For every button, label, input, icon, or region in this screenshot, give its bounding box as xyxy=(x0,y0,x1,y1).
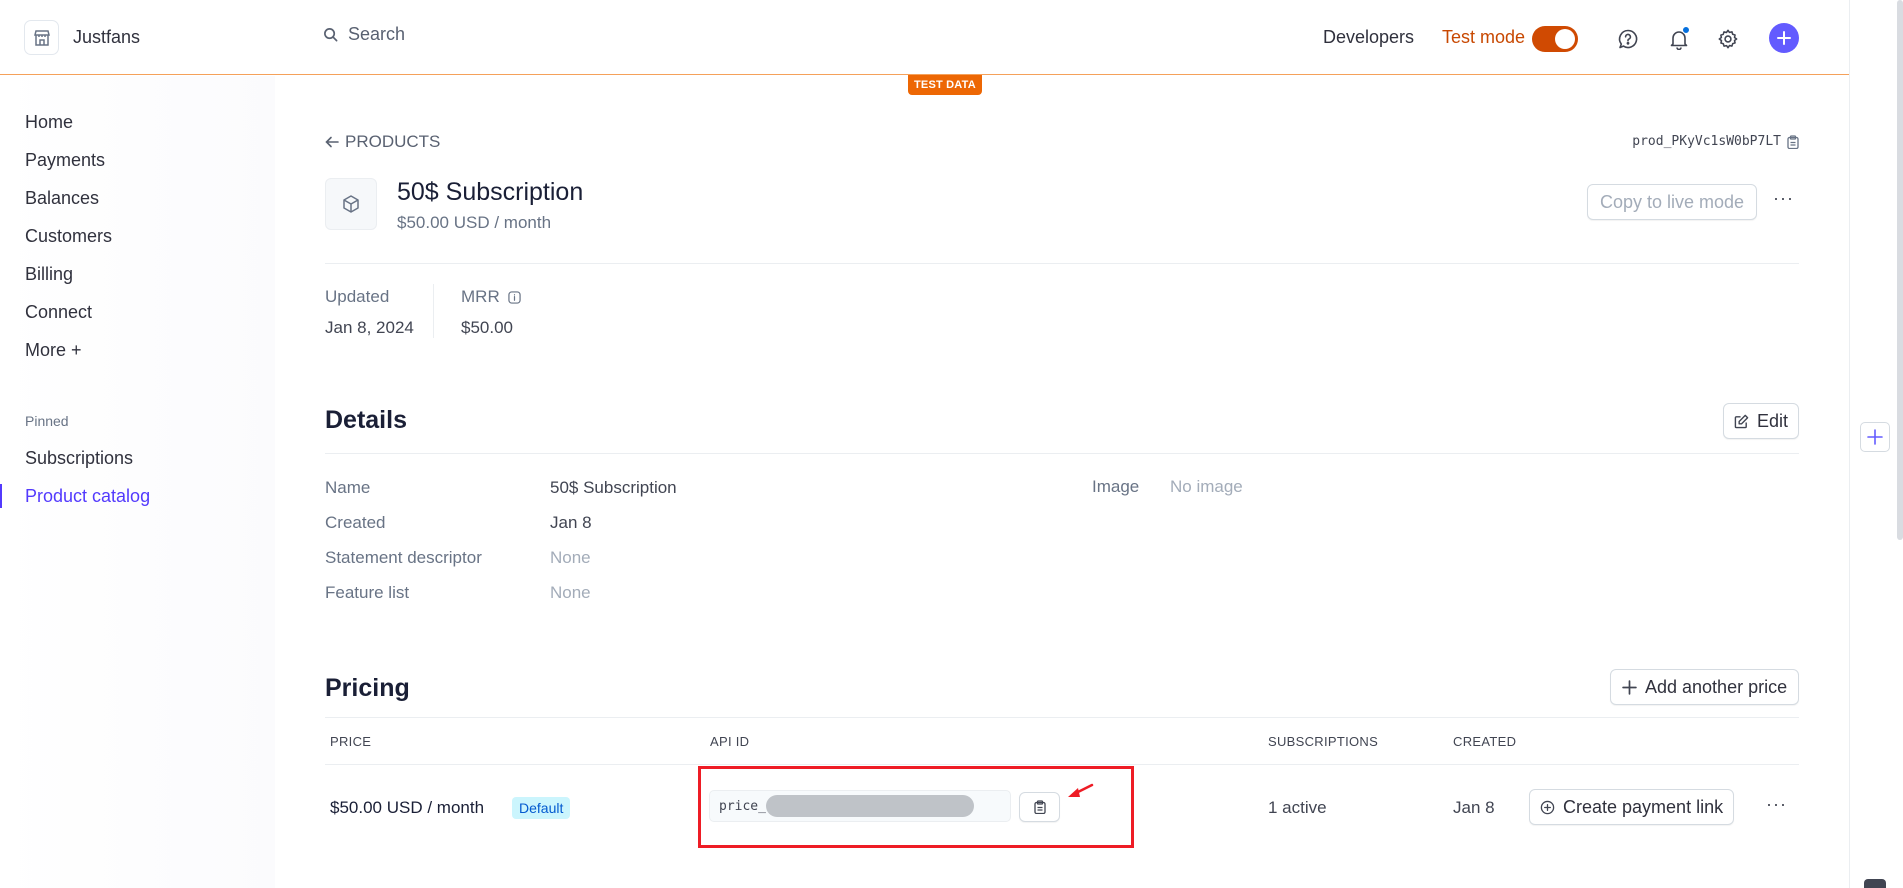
test-mode-toggle[interactable] xyxy=(1532,26,1578,52)
default-badge: Default xyxy=(512,797,571,819)
price-value: $50.00 USD / month xyxy=(330,798,485,817)
mrr-value: $50.00 xyxy=(461,318,513,337)
notification-dot xyxy=(1682,26,1690,34)
column-header-price: PRICE xyxy=(330,734,372,749)
account-switcher[interactable]: Justfans xyxy=(24,20,140,55)
search-placeholder: Search xyxy=(348,24,406,44)
detail-label-image: Image xyxy=(1092,477,1140,496)
sidebar-item-connect[interactable]: Connect xyxy=(25,302,92,323)
highlight-annotation xyxy=(698,766,1134,848)
sidebar: Home Payments Balances Customers Billing… xyxy=(0,76,275,888)
detail-label-created: Created xyxy=(325,513,386,532)
detail-value-statement-descriptor: None xyxy=(550,548,591,567)
created-value: Jan 8 xyxy=(1453,798,1495,817)
pricing-heading: Pricing xyxy=(325,674,410,702)
bell-icon[interactable] xyxy=(1665,25,1693,53)
info-icon[interactable] xyxy=(508,290,521,304)
back-label: PRODUCTS xyxy=(345,132,441,151)
column-header-created: CREATED xyxy=(1453,734,1517,749)
arrow-left-icon xyxy=(325,136,339,148)
sidebar-item-subscriptions[interactable]: Subscriptions xyxy=(25,448,133,469)
account-name: Justfans xyxy=(73,27,141,47)
copy-to-live-mode-button[interactable]: Copy to live mode xyxy=(1587,184,1758,220)
details-divider xyxy=(325,453,1799,454)
detail-value-created: Jan 8 xyxy=(550,513,592,532)
edit-icon xyxy=(1734,414,1749,428)
create-payment-link-label: Create payment link xyxy=(1563,796,1724,817)
sidebar-item-payments[interactable]: Payments xyxy=(25,150,105,171)
product-id-text: prod_PKyVc1sW0bP7LT xyxy=(1632,134,1781,149)
plus-circle-icon xyxy=(1540,800,1555,814)
product-price-summary: $50.00 USD / month xyxy=(397,213,552,232)
updated-value: Jan 8, 2024 xyxy=(325,318,414,337)
pricing-divider xyxy=(325,717,1799,718)
detail-value-feature-list: None xyxy=(550,583,591,602)
active-indicator xyxy=(0,484,2,508)
details-heading: Details xyxy=(325,406,407,434)
test-data-badge: TEST DATA xyxy=(908,75,982,95)
store-icon xyxy=(24,20,59,55)
column-header-api-id: API ID xyxy=(710,734,750,749)
detail-label-name: Name xyxy=(325,478,371,497)
gear-icon[interactable] xyxy=(1714,25,1742,53)
plus-icon xyxy=(1867,429,1883,445)
product-id[interactable]: prod_PKyVc1sW0bP7LT xyxy=(1632,134,1799,149)
page-title: 50$ Subscription xyxy=(397,178,584,206)
clipboard-icon xyxy=(1787,134,1799,149)
mrr-label: MRR xyxy=(461,287,521,307)
mrr-label-text: MRR xyxy=(461,287,500,306)
pinned-heading: Pinned xyxy=(25,413,69,429)
search-icon xyxy=(324,28,338,42)
product-more-icon[interactable]: ··· xyxy=(1773,188,1794,209)
sidebar-item-customers[interactable]: Customers xyxy=(25,226,112,247)
chat-icon[interactable] xyxy=(1864,879,1886,888)
row-more-icon[interactable]: ··· xyxy=(1766,794,1787,815)
detail-value-image: No image xyxy=(1170,477,1243,496)
scrollbar[interactable] xyxy=(1897,0,1903,540)
plus-icon xyxy=(1622,679,1637,695)
developers-link[interactable]: Developers xyxy=(1323,27,1414,48)
help-icon[interactable] xyxy=(1614,25,1642,53)
column-header-subscriptions: SUBSCRIPTIONS xyxy=(1268,734,1379,749)
edit-button[interactable]: Edit xyxy=(1723,403,1800,439)
sidebar-item-more[interactable]: More + xyxy=(25,340,82,361)
sidebar-item-product-catalog[interactable]: Product catalog xyxy=(25,486,150,507)
plus-icon xyxy=(1777,31,1791,45)
create-payment-link-button[interactable]: Create payment link xyxy=(1529,789,1735,825)
back-to-products-link[interactable]: PRODUCTS xyxy=(325,132,440,152)
add-another-price-button[interactable]: Add another price xyxy=(1610,669,1800,705)
subscriptions-value: 1 active xyxy=(1268,798,1327,817)
detail-label-feature-list: Feature list xyxy=(325,583,410,602)
sidebar-item-balances[interactable]: Balances xyxy=(25,188,99,209)
top-bar: Justfans Search Developers Test mode xyxy=(0,0,1849,75)
add-price-label: Add another price xyxy=(1645,676,1788,697)
add-panel-button[interactable] xyxy=(1860,422,1890,452)
toggle-knob xyxy=(1555,29,1575,49)
search-bar[interactable]: Search xyxy=(323,24,405,45)
test-mode-label: Test mode xyxy=(1442,27,1526,47)
box-icon xyxy=(325,178,377,230)
table-header-divider xyxy=(325,764,1799,765)
sidebar-item-billing[interactable]: Billing xyxy=(25,264,73,285)
annotation-arrow-icon xyxy=(1068,783,1094,797)
create-button[interactable] xyxy=(1769,23,1799,53)
stat-separator xyxy=(433,284,434,338)
detail-label-statement-descriptor: Statement descriptor xyxy=(325,548,482,567)
sidebar-item-home[interactable]: Home xyxy=(25,112,73,133)
edit-label: Edit xyxy=(1757,410,1789,431)
header-divider xyxy=(325,263,1799,264)
detail-value-name: 50$ Subscription xyxy=(550,478,677,497)
updated-label: Updated xyxy=(325,287,390,306)
